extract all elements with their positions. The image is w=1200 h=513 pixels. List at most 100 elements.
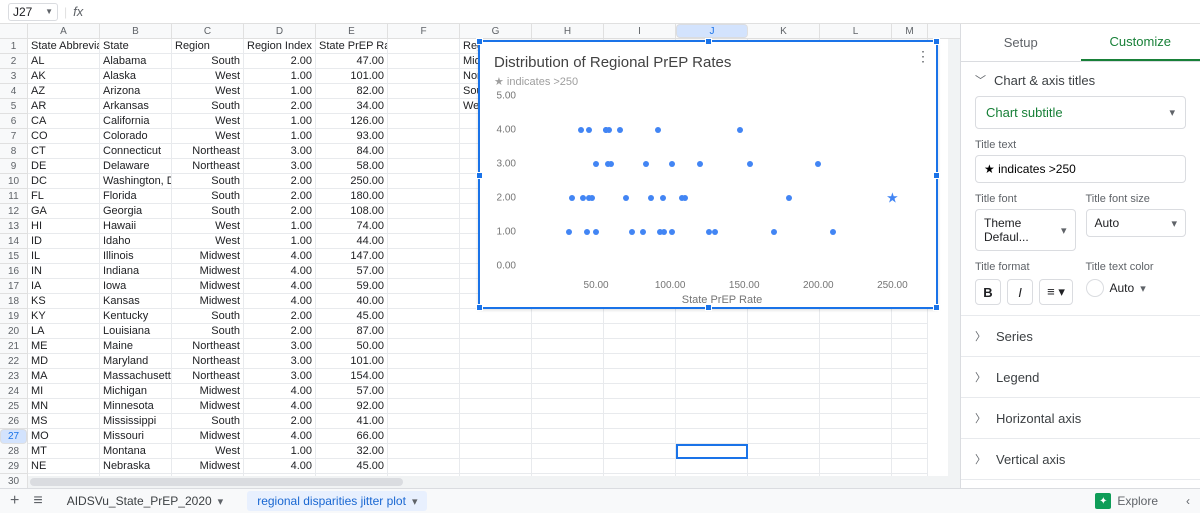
- cell[interactable]: 41.00: [316, 414, 388, 429]
- cell[interactable]: [676, 324, 748, 339]
- row-header[interactable]: 27: [0, 429, 27, 444]
- cell[interactable]: [460, 444, 532, 459]
- cell[interactable]: 74.00: [316, 219, 388, 234]
- section-horizontal-axis[interactable]: 〉Horizontal axis: [961, 398, 1200, 439]
- cell[interactable]: MN: [28, 399, 100, 414]
- cell[interactable]: [388, 84, 460, 99]
- cell[interactable]: 4.00: [244, 459, 316, 474]
- cell[interactable]: State PrEP Rate: [316, 39, 388, 54]
- cell[interactable]: West: [172, 69, 244, 84]
- cell[interactable]: [388, 114, 460, 129]
- row-header[interactable]: 20: [0, 324, 27, 339]
- cell[interactable]: 66.00: [316, 429, 388, 444]
- row-header[interactable]: 4: [0, 84, 27, 99]
- cell[interactable]: Northeast: [172, 159, 244, 174]
- cell[interactable]: West: [172, 444, 244, 459]
- col-header[interactable]: G: [460, 24, 532, 38]
- cell[interactable]: State Abbreviation: [28, 39, 100, 54]
- color-swatch[interactable]: [1086, 279, 1104, 297]
- cell[interactable]: 1.00: [244, 69, 316, 84]
- cell[interactable]: [388, 129, 460, 144]
- cell[interactable]: 4.00: [244, 429, 316, 444]
- col-header[interactable]: E: [316, 24, 388, 38]
- cell[interactable]: 126.00: [316, 114, 388, 129]
- cell[interactable]: 2.00: [244, 189, 316, 204]
- cell[interactable]: South: [172, 174, 244, 189]
- cell[interactable]: 250.00: [316, 174, 388, 189]
- cell[interactable]: 40.00: [316, 294, 388, 309]
- cell[interactable]: [604, 414, 676, 429]
- col-header[interactable]: C: [172, 24, 244, 38]
- cell[interactable]: Northeast: [172, 339, 244, 354]
- cell[interactable]: [460, 459, 532, 474]
- cell[interactable]: 32.00: [316, 444, 388, 459]
- cell[interactable]: 34.00: [316, 99, 388, 114]
- cell[interactable]: ME: [28, 339, 100, 354]
- cell[interactable]: South: [172, 324, 244, 339]
- cell[interactable]: Nebraska: [100, 459, 172, 474]
- cell[interactable]: [388, 219, 460, 234]
- cell[interactable]: [748, 324, 820, 339]
- cell[interactable]: Arkansas: [100, 99, 172, 114]
- cell[interactable]: [892, 369, 928, 384]
- cell[interactable]: 4.00: [244, 384, 316, 399]
- cell[interactable]: 58.00: [316, 159, 388, 174]
- horizontal-scrollbar[interactable]: [28, 476, 960, 488]
- row-header[interactable]: 3: [0, 69, 27, 84]
- cell[interactable]: South: [172, 54, 244, 69]
- col-header[interactable]: J: [676, 24, 748, 38]
- cell[interactable]: [388, 324, 460, 339]
- cell[interactable]: [604, 384, 676, 399]
- cell[interactable]: California: [100, 114, 172, 129]
- cell[interactable]: 2.00: [244, 204, 316, 219]
- bold-button[interactable]: B: [975, 279, 1001, 305]
- row-header[interactable]: 5: [0, 99, 27, 114]
- cell[interactable]: West: [172, 84, 244, 99]
- cell[interactable]: [460, 414, 532, 429]
- row-header[interactable]: 13: [0, 219, 27, 234]
- cell[interactable]: [820, 444, 892, 459]
- cell[interactable]: CA: [28, 114, 100, 129]
- row-header[interactable]: 22: [0, 354, 27, 369]
- col-header[interactable]: L: [820, 24, 892, 38]
- cell[interactable]: Midwest: [172, 294, 244, 309]
- cell[interactable]: [388, 444, 460, 459]
- cell[interactable]: Kansas: [100, 294, 172, 309]
- cell[interactable]: MT: [28, 444, 100, 459]
- cell[interactable]: Alabama: [100, 54, 172, 69]
- cell[interactable]: 2.00: [244, 414, 316, 429]
- resize-handle[interactable]: [705, 38, 712, 45]
- cell[interactable]: 1.00: [244, 114, 316, 129]
- cell[interactable]: [892, 354, 928, 369]
- cell[interactable]: KY: [28, 309, 100, 324]
- cell[interactable]: [388, 39, 460, 54]
- cell[interactable]: 154.00: [316, 369, 388, 384]
- cell[interactable]: [460, 324, 532, 339]
- cell[interactable]: [820, 339, 892, 354]
- cell[interactable]: Midwest: [172, 249, 244, 264]
- cell[interactable]: DE: [28, 159, 100, 174]
- row-header[interactable]: 12: [0, 204, 27, 219]
- cell[interactable]: Arizona: [100, 84, 172, 99]
- cell[interactable]: Indiana: [100, 264, 172, 279]
- cell[interactable]: [388, 279, 460, 294]
- cell[interactable]: [748, 369, 820, 384]
- cell[interactable]: [460, 369, 532, 384]
- row-header[interactable]: 11: [0, 189, 27, 204]
- row-header[interactable]: 25: [0, 399, 27, 414]
- cell[interactable]: [388, 294, 460, 309]
- cell[interactable]: [532, 399, 604, 414]
- cell[interactable]: 3.00: [244, 369, 316, 384]
- cell[interactable]: Midwest: [172, 399, 244, 414]
- cell[interactable]: MS: [28, 414, 100, 429]
- row-header[interactable]: 21: [0, 339, 27, 354]
- cell[interactable]: Montana: [100, 444, 172, 459]
- row-header[interactable]: 8: [0, 144, 27, 159]
- cell[interactable]: [676, 444, 748, 459]
- cell[interactable]: IL: [28, 249, 100, 264]
- cell[interactable]: [604, 399, 676, 414]
- tab-setup[interactable]: Setup: [961, 24, 1081, 61]
- cell[interactable]: MA: [28, 369, 100, 384]
- cell[interactable]: [388, 189, 460, 204]
- cell[interactable]: [820, 414, 892, 429]
